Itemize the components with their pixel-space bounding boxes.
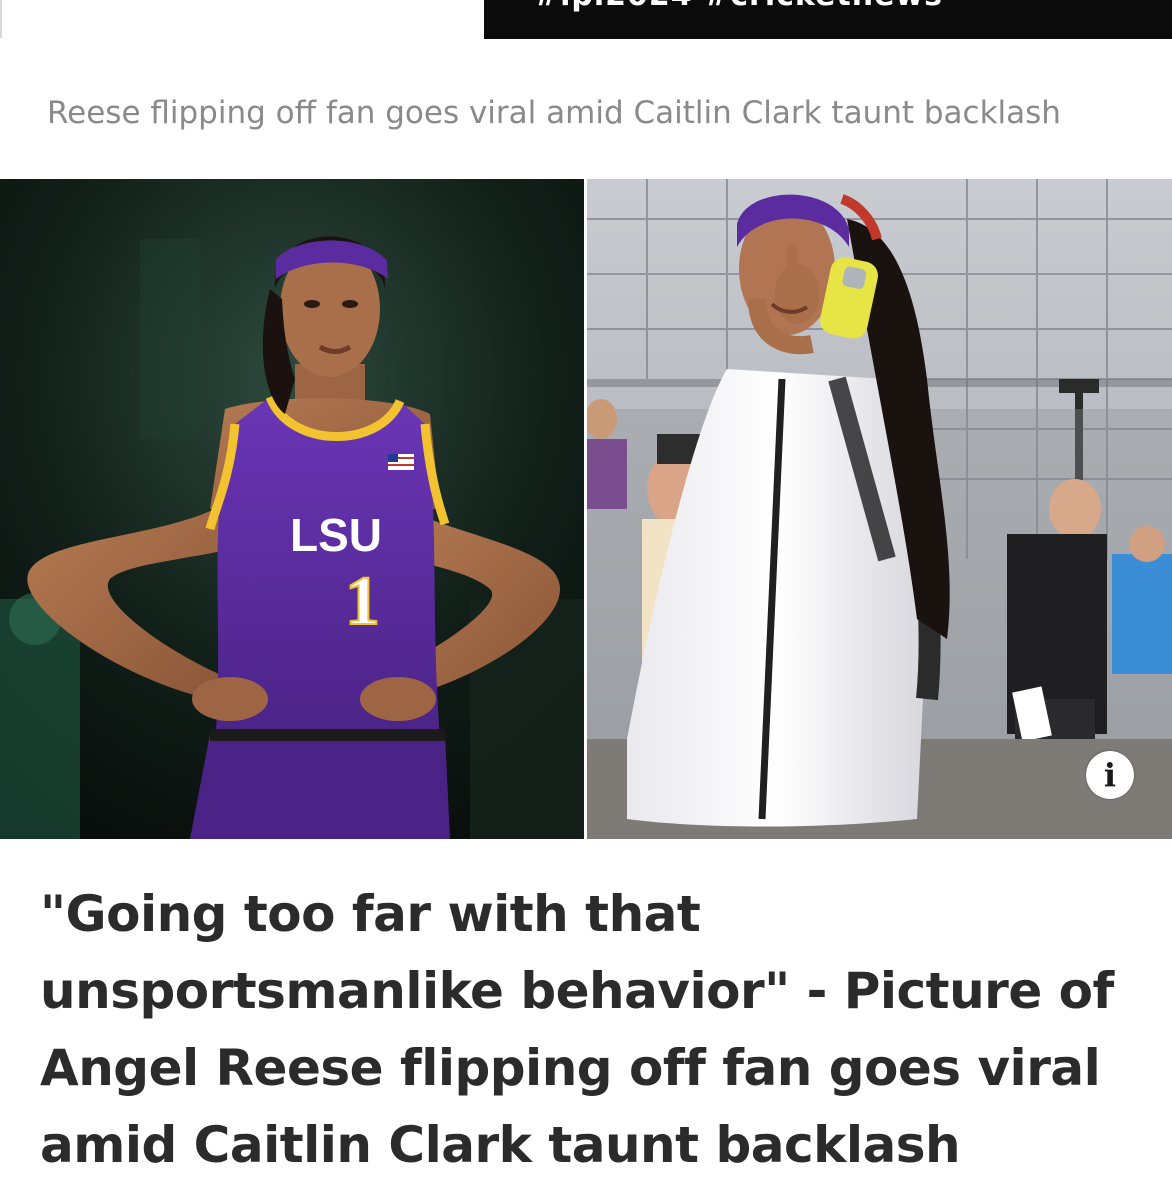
photo-left-player-jersey: LSU 1 — [0, 179, 584, 839]
top-banner-text: #ipl2024 #cricketnews — [534, 0, 943, 13]
article-headline[interactable]: "Going too far with that unsportsmanlike… — [40, 876, 1140, 1184]
photo-right-phone-gesture — [587, 179, 1172, 839]
jersey-number: 1 — [345, 563, 380, 640]
info-icon-button[interactable]: i — [1086, 751, 1134, 799]
top-banner: #ipl2024 #cricketnews — [484, 0, 1172, 39]
info-icon: i — [1103, 756, 1117, 794]
left-edge-line — [0, 0, 2, 38]
jersey-text: LSU — [290, 509, 382, 561]
image-caption: Reese flipping off fan goes viral amid C… — [47, 95, 1061, 131]
article-image[interactable]: LSU 1 — [0, 179, 1172, 839]
article-page: #ipl2024 #cricketnews Reese flipping off… — [0, 0, 1172, 1200]
